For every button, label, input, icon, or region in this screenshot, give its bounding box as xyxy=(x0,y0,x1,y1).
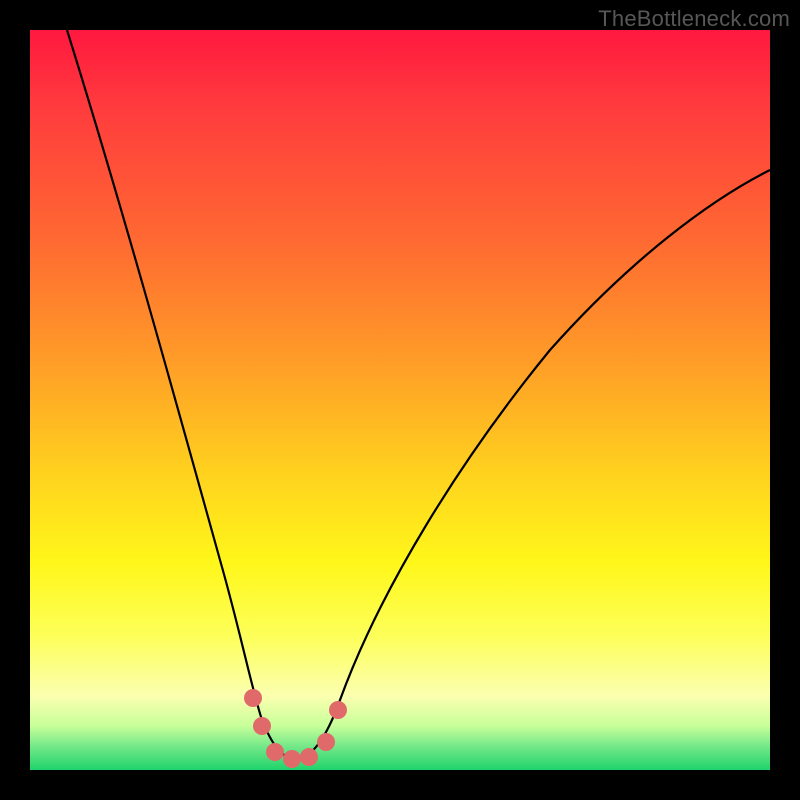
bottleneck-curve-svg xyxy=(30,30,770,770)
watermark-text: TheBottleneck.com xyxy=(598,6,790,32)
bottleneck-curve-path xyxy=(67,30,770,760)
plot-area xyxy=(30,30,770,770)
outer-black-frame: TheBottleneck.com xyxy=(0,0,800,800)
trough-marker-dots xyxy=(244,689,347,768)
